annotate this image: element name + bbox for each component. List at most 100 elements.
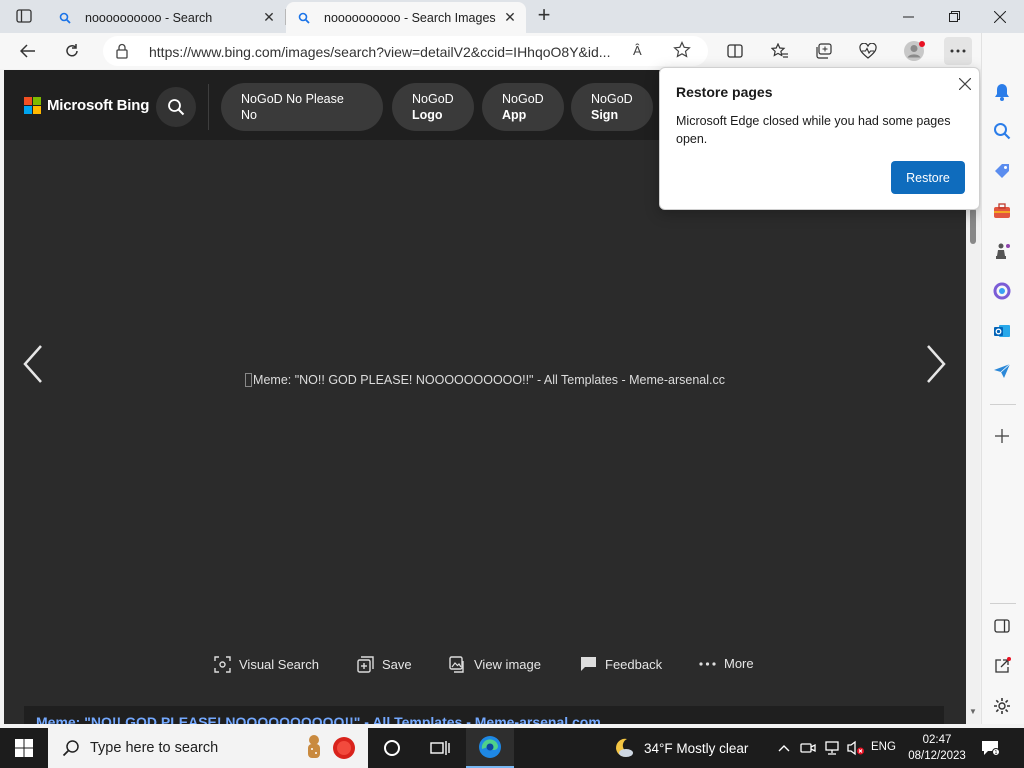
previous-image-icon[interactable] (20, 342, 46, 386)
volume-muted-icon[interactable] (844, 736, 868, 760)
feedback-button[interactable]: Feedback (580, 656, 662, 672)
main-image[interactable]: Meme: "NO!! GOD PLEASE! NOOOOOOOOOO!!" -… (245, 371, 725, 389)
url-text[interactable]: https://www.bing.com/images/search?view=… (149, 44, 629, 60)
tools-briefcase-icon[interactable] (990, 199, 1014, 223)
settings-more-icon[interactable] (944, 37, 972, 65)
edge-taskbar-icon[interactable] (466, 728, 514, 768)
outlook-icon[interactable] (990, 319, 1014, 343)
tab-title: noooooooooo - Search Images (324, 10, 496, 25)
restore-button[interactable]: Restore (891, 161, 965, 194)
tab-actions-icon[interactable] (12, 6, 36, 26)
back-icon[interactable] (14, 37, 42, 65)
chip-line2: Sign (591, 108, 619, 122)
chip-line2: App (502, 108, 527, 122)
bing-search-favicon-icon (59, 12, 75, 24)
microsoft-logo-icon (24, 97, 41, 114)
scroll-thumb[interactable] (970, 208, 976, 244)
task-view-icon[interactable] (416, 728, 464, 768)
input-language[interactable]: ENG (871, 741, 896, 753)
read-aloud-icon[interactable]: Â (633, 43, 642, 58)
minimize-button[interactable] (885, 0, 931, 33)
visual-search-button[interactable]: Visual Search (214, 656, 319, 673)
related-search-chip[interactable]: NoGoD Sign (571, 83, 653, 131)
moon-weather-icon (612, 736, 636, 760)
notifications-icon[interactable] (990, 80, 1014, 104)
chip-line2: Logo (412, 108, 443, 122)
weather-text: 34°F Mostly clear (644, 740, 749, 756)
split-screen-icon[interactable] (721, 37, 749, 65)
show-hidden-icons-icon[interactable] (772, 736, 796, 760)
hide-sidebar-icon[interactable] (990, 614, 1014, 638)
view-image-button[interactable]: View image (449, 656, 541, 673)
visual-search-icon (214, 656, 231, 673)
external-link-icon[interactable] (990, 654, 1014, 678)
edge-sidebar (981, 33, 1024, 724)
sidebar-divider (990, 404, 1016, 405)
chip-line1: NoGoD (412, 92, 454, 106)
view-image-icon (449, 656, 466, 673)
tab-close-icon[interactable]: ✕ (257, 9, 281, 26)
image-title-link[interactable]: Meme: "NO!! GOD PLEASE! NOOOOOOOOOO!!" -… (36, 714, 601, 724)
feedback-icon (580, 656, 597, 672)
image-caption-panel: Meme: "NO!! GOD PLEASE! NOOOOOOOOOO!!" -… (24, 706, 944, 724)
chip-line1: NoGoD No Please No (241, 92, 344, 122)
tab-search[interactable]: noooooooooo - Search ✕ (47, 2, 285, 33)
add-favorite-icon[interactable] (673, 41, 691, 64)
tab-close-icon[interactable]: ✕ (498, 9, 522, 26)
windows-start-icon[interactable] (0, 728, 48, 768)
microsoft365-icon[interactable] (990, 279, 1014, 303)
chip-line1: NoGoD (591, 92, 633, 106)
search-icon[interactable] (156, 87, 196, 127)
bing-search-favicon-icon (298, 12, 314, 24)
scroll-down-icon[interactable]: ▼ (968, 708, 978, 716)
close-window-button[interactable] (977, 0, 1023, 33)
system-clock[interactable]: 02:47 08/12/2023 (906, 732, 968, 764)
action-label: Save (382, 657, 412, 672)
close-icon[interactable] (954, 73, 976, 95)
image-alt-text: Meme: "NO!! GOD PLEASE! NOOOOOOOOOO!!" -… (253, 373, 725, 387)
tab-search-images[interactable]: noooooooooo - Search Images ✕ (286, 2, 526, 33)
games-chess-icon[interactable] (990, 239, 1014, 263)
clock-date: 08/12/2023 (908, 750, 966, 762)
search-icon[interactable] (990, 119, 1014, 143)
weather-widget[interactable]: 34°F Mostly clear (612, 728, 748, 768)
restore-window-button[interactable] (931, 0, 977, 33)
favorites-icon[interactable] (766, 37, 794, 65)
bing-logo-text: Microsoft Bing (47, 97, 150, 114)
meet-now-icon[interactable] (796, 736, 820, 760)
profile-avatar[interactable] (900, 37, 928, 65)
next-image-icon[interactable] (923, 342, 949, 386)
dialog-title: Restore pages (676, 84, 773, 100)
bing-logo[interactable]: Microsoft Bing (24, 97, 149, 114)
chip-line1: NoGoD (502, 92, 544, 106)
address-bar[interactable]: https://www.bing.com/images/search?view=… (103, 36, 708, 66)
lock-icon[interactable] (115, 43, 129, 64)
related-search-chip[interactable]: NoGoD App (482, 83, 564, 131)
add-icon[interactable] (990, 424, 1014, 448)
tab-strip: noooooooooo - Search ✕ noooooooooo - Sea… (0, 0, 1024, 33)
action-label: Visual Search (239, 657, 319, 672)
taskbar-search-box[interactable]: Type here to search (48, 728, 368, 768)
related-search-chip[interactable]: NoGoD No Please No (221, 83, 383, 131)
search-placeholder: Type here to search (90, 740, 219, 756)
action-center-icon[interactable]: 1 (978, 736, 1002, 760)
action-label: View image (474, 657, 541, 672)
refresh-icon[interactable] (58, 37, 86, 65)
save-button[interactable]: Save (357, 656, 412, 673)
settings-gear-icon[interactable] (990, 694, 1014, 718)
shopping-tag-icon[interactable] (990, 159, 1014, 183)
collections-icon[interactable] (810, 37, 838, 65)
browser-essentials-icon[interactable] (854, 37, 882, 65)
search-highlight-gingerbread-icon (300, 734, 360, 762)
cortana-icon[interactable] (368, 728, 416, 768)
network-icon[interactable] (820, 736, 844, 760)
new-tab-button[interactable]: + (533, 4, 555, 27)
save-icon (357, 656, 374, 673)
drop-send-icon[interactable] (990, 359, 1014, 383)
related-search-chip[interactable]: NoGoD Logo (392, 83, 474, 131)
system-tray (772, 728, 868, 768)
action-label: More (724, 656, 754, 671)
more-button[interactable]: More (699, 656, 754, 671)
browser-toolbar: https://www.bing.com/images/search?view=… (0, 33, 1024, 69)
svg-text:1: 1 (994, 750, 997, 756)
